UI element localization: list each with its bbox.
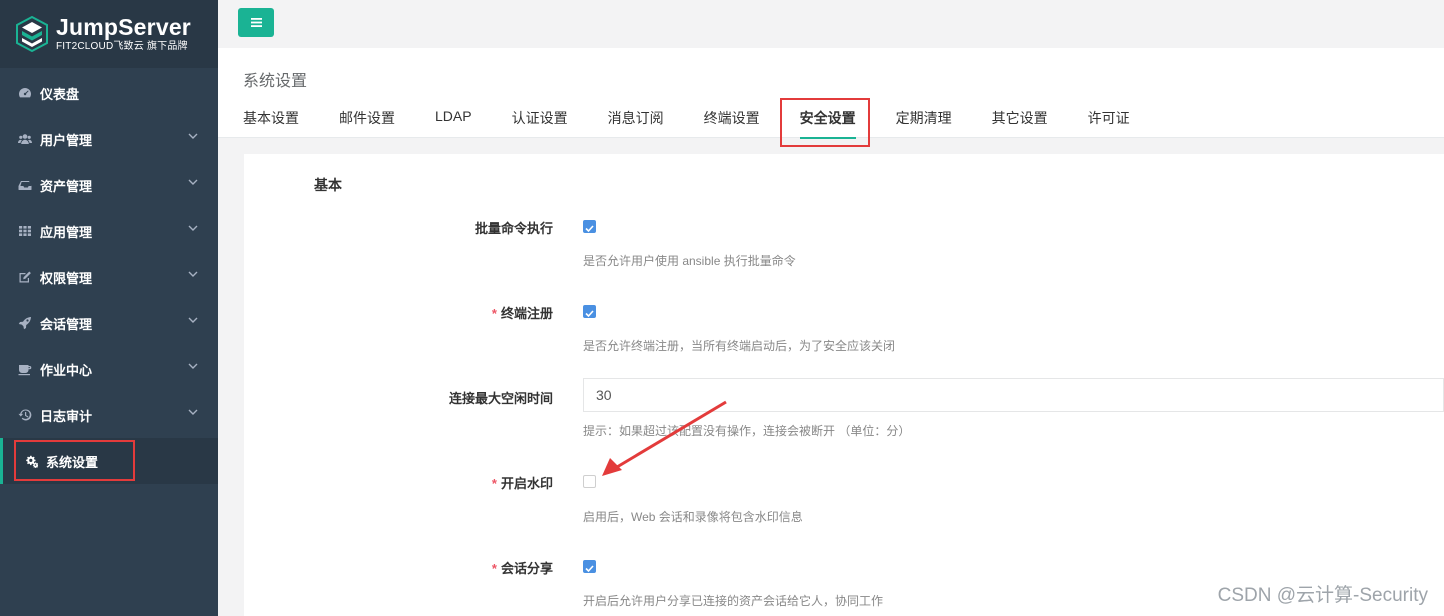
chevron-down-icon [188, 225, 198, 231]
tab-ldap[interactable]: LDAP [435, 108, 472, 138]
tab-cleaning[interactable]: 定期清理 [896, 108, 952, 138]
max-idle-input[interactable] [583, 378, 1444, 412]
required-mark: * [491, 306, 497, 321]
sidebar-item-applications[interactable]: 应用管理 [0, 208, 218, 254]
terminal-register-checkbox[interactable] [583, 305, 596, 318]
tab-other[interactable]: 其它设置 [992, 108, 1048, 138]
toggle-menu-button[interactable] [238, 8, 274, 37]
sidebar-item-label: 日志审计 [40, 408, 93, 424]
batch-command-label: 批量命令执行 [474, 221, 553, 236]
session-share-checkbox[interactable] [583, 560, 596, 573]
coffee-icon [18, 365, 32, 376]
grid-icon [19, 226, 31, 236]
required-mark: * [491, 561, 497, 576]
dashboard-icon [19, 88, 31, 98]
tab-security[interactable]: 安全设置 [799, 108, 856, 139]
tab-terminal[interactable]: 终端设置 [704, 108, 760, 138]
sidebar: JumpServer FIT2CLOUD飞致云 旗下品牌 仪表盘 用户管理 资产… [0, 0, 218, 616]
chevron-down-icon [188, 133, 198, 139]
sidebar-item-label: 会话管理 [40, 316, 93, 332]
hamburger-icon [250, 18, 262, 27]
max-idle-help: 提示：如果超过该配置没有操作，连接会被断开 （单位：分） [583, 424, 911, 438]
chevron-down-icon [188, 409, 198, 415]
page-header: 系统设置 基本设置 邮件设置 LDAP 认证设置 消息订阅 终端设置 安全设置 … [218, 48, 1444, 139]
section-title: 基本 [314, 177, 342, 193]
brand-subtitle: FIT2CLOUD飞致云 旗下品牌 [56, 41, 188, 52]
tab-auth[interactable]: 认证设置 [512, 108, 568, 138]
chevron-down-icon [188, 317, 198, 323]
inbox-icon [18, 181, 32, 190]
terminal-register-label: * 终端注册 [491, 306, 553, 321]
users-icon [18, 134, 32, 144]
max-idle-label: 连接最大空闲时间 [448, 391, 553, 406]
session-share-help: 开启后允许用户分享已连接的资产会话给它人，协同工作 [583, 594, 884, 608]
watermark-label: * 开启水印 [491, 476, 553, 491]
sidebar-item-label: 作业中心 [40, 362, 93, 378]
sidebar-item-label: 权限管理 [40, 270, 93, 286]
brand-title: JumpServer [56, 14, 191, 40]
tab-message-subscription[interactable]: 消息订阅 [608, 108, 664, 138]
sidebar-item-dashboard[interactable]: 仪表盘 [0, 70, 218, 116]
sidebar-item-sessions[interactable]: 会话管理 [0, 300, 218, 346]
chevron-down-icon [188, 363, 198, 369]
session-share-label: * 会话分享 [491, 561, 553, 576]
watermark-checkbox[interactable] [583, 475, 596, 488]
rocket-icon [18, 317, 31, 330]
edit-icon [19, 271, 31, 283]
top-navbar [218, 0, 1444, 48]
required-mark: * [491, 476, 497, 491]
jumpserver-logo-icon [16, 16, 48, 52]
tab-email[interactable]: 邮件设置 [339, 108, 395, 138]
sidebar-item-label: 系统设置 [46, 454, 99, 470]
sidebar-nav: 仪表盘 用户管理 资产管理 应用管理 权限管理 会话管理 作业中心 日志审计 系… [0, 68, 218, 484]
settings-tabs: 基本设置 邮件设置 LDAP 认证设置 消息订阅 终端设置 安全设置 定期清理 … [243, 108, 1170, 139]
tab-license[interactable]: 许可证 [1088, 108, 1130, 138]
chevron-down-icon [188, 179, 198, 185]
history-icon [18, 409, 32, 421]
terminal-register-help: 是否允许终端注册，当所有终端启动后，为了安全应该关闭 [583, 339, 896, 353]
batch-command-checkbox[interactable] [583, 220, 596, 233]
batch-command-help: 是否允许用户使用 ansible 执行批量命令 [583, 254, 796, 268]
sidebar-item-jobs[interactable]: 作业中心 [0, 346, 218, 392]
sidebar-item-label: 应用管理 [40, 224, 93, 240]
sidebar-item-permissions[interactable]: 权限管理 [0, 254, 218, 300]
sidebar-item-assets[interactable]: 资产管理 [0, 162, 218, 208]
watermark-help: 启用后，Web 会话和录像将包含水印信息 [583, 510, 803, 524]
sidebar-item-audits[interactable]: 日志审计 [0, 392, 218, 438]
csdn-watermark: CSDN @云计算-Security [1217, 585, 1428, 606]
settings-panel: 基本 批量命令执行 是否允许用户使用 ansible 执行批量命令 * 终端注册 … [244, 154, 1444, 616]
check-icon [585, 310, 594, 318]
sidebar-item-users[interactable]: 用户管理 [0, 116, 218, 162]
gears-icon [26, 455, 38, 468]
page-title: 系统设置 [243, 73, 308, 90]
check-icon [585, 565, 594, 573]
chevron-down-icon [188, 271, 198, 277]
sidebar-item-label: 资产管理 [40, 178, 93, 194]
sidebar-item-label: 用户管理 [40, 132, 93, 148]
tab-basic[interactable]: 基本设置 [243, 108, 299, 138]
sidebar-item-label: 仪表盘 [40, 86, 80, 102]
check-icon [585, 225, 594, 233]
brand-logo[interactable]: JumpServer FIT2CLOUD飞致云 旗下品牌 [0, 0, 218, 68]
sidebar-item-settings[interactable]: 系统设置 [0, 438, 218, 484]
